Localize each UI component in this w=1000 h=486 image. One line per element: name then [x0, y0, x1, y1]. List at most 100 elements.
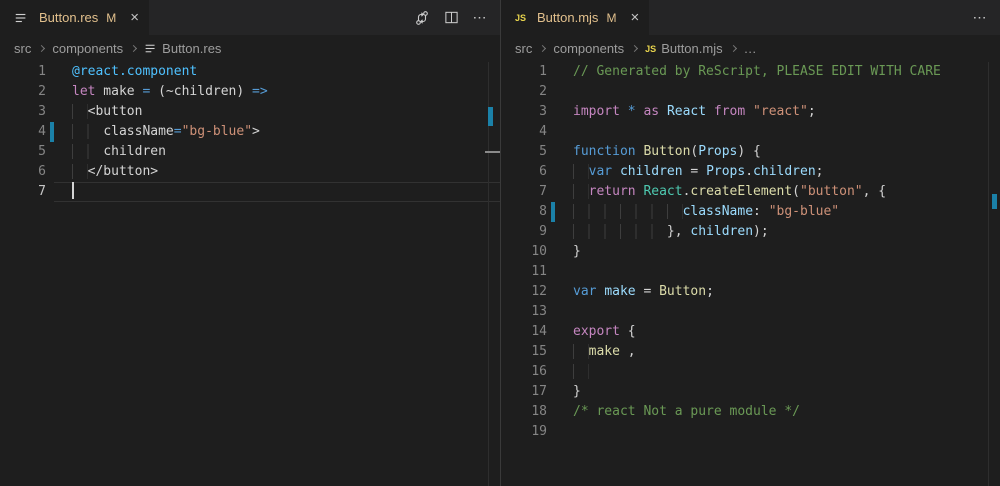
- code-line[interactable]: 7: [0, 182, 500, 202]
- breadcrumb: src components JS Button.mjs …: [501, 35, 1000, 62]
- code-line[interactable]: 8 className: "bg-blue": [501, 202, 1000, 222]
- code-line[interactable]: 1// Generated by ReScript, PLEASE EDIT W…: [501, 62, 1000, 82]
- code-text: [555, 262, 1000, 282]
- code-line[interactable]: 13: [501, 302, 1000, 322]
- token: [72, 144, 103, 159]
- code-line[interactable]: 3 <button: [0, 102, 500, 122]
- code-line[interactable]: 3 import * as React from "react";: [501, 102, 1000, 122]
- code-line[interactable]: 10}: [501, 242, 1000, 262]
- code-line[interactable]: 16: [501, 362, 1000, 382]
- code-text: [555, 422, 1000, 442]
- code-line[interactable]: 19: [501, 422, 1000, 442]
- file-lines-icon: [14, 11, 28, 25]
- javascript-file-icon: JS: [645, 44, 656, 54]
- code-text: function Button(Props) {: [555, 142, 1000, 162]
- token: children: [753, 164, 816, 179]
- tab-button-mjs[interactable]: JS Button.mjs M ×: [501, 0, 649, 35]
- line-number: 3: [501, 102, 547, 122]
- git-compare-icon[interactable]: [414, 10, 430, 26]
- line-number: 10: [501, 242, 547, 262]
- breadcrumb-item-components[interactable]: components: [52, 41, 123, 56]
- more-actions-icon[interactable]: ⋯: [972, 10, 988, 26]
- code-line[interactable]: 17}: [501, 382, 1000, 402]
- close-icon[interactable]: ×: [630, 10, 639, 25]
- code-text: /* react Not a pure module */: [555, 402, 1000, 422]
- token: "bg-blue": [182, 124, 252, 139]
- breadcrumb-item-file[interactable]: Button.res: [162, 41, 221, 56]
- token: Props: [698, 144, 737, 159]
- tab-label: Button.mjs: [537, 10, 598, 25]
- breadcrumb-item-src[interactable]: src: [14, 41, 31, 56]
- editor-group-right: JS Button.mjs M × ⋯ src components JS Bu…: [500, 0, 1000, 486]
- overview-ruler-border: [988, 62, 989, 486]
- code-line[interactable]: 11: [501, 262, 1000, 282]
- code-line[interactable]: 4: [501, 122, 1000, 142]
- chevron-right-icon: [130, 45, 137, 52]
- token: from: [714, 104, 745, 119]
- code-line[interactable]: 5function Button(Props) {: [501, 142, 1000, 162]
- token: *: [628, 104, 636, 119]
- code-line[interactable]: 4 className="bg-blue">: [0, 122, 500, 142]
- split-editor-icon[interactable]: [443, 10, 459, 26]
- code-text: }: [555, 242, 1000, 262]
- code-line[interactable]: 18/* react Not a pure module */: [501, 402, 1000, 422]
- line-number: 17: [501, 382, 547, 402]
- token: import: [573, 104, 620, 119]
- token: );: [753, 224, 769, 239]
- token: Button: [643, 144, 690, 159]
- token: [659, 104, 667, 119]
- line-number: 3: [0, 102, 46, 122]
- code-text: import * as React from "react";: [555, 102, 1000, 122]
- code-text: make ,: [555, 342, 1000, 362]
- code-text: @react.component: [54, 62, 500, 82]
- code-line[interactable]: 2let make = (~children) =>: [0, 82, 500, 102]
- token: // Generated by ReScript, PLEASE EDIT WI…: [573, 64, 941, 79]
- more-actions-icon[interactable]: ⋯: [472, 10, 488, 26]
- code-text: // Generated by ReScript, PLEASE EDIT WI…: [555, 62, 1000, 82]
- breadcrumb-item-symbol[interactable]: …: [744, 41, 757, 56]
- code-text: let make = (~children) =>: [54, 82, 500, 102]
- token: Button: [659, 284, 706, 299]
- code-text: [555, 122, 1000, 142]
- token: <button: [88, 104, 143, 119]
- tab-button-res[interactable]: Button.res M ×: [0, 0, 149, 35]
- line-number: 4: [501, 122, 547, 142]
- tabbar-left: Button.res M × ⋯: [0, 0, 500, 35]
- breadcrumb-item-components[interactable]: components: [553, 41, 624, 56]
- token: make: [589, 344, 620, 359]
- token: className: [103, 124, 173, 139]
- close-icon[interactable]: ×: [130, 10, 139, 25]
- token: ;: [816, 164, 824, 179]
- token: [573, 164, 589, 179]
- code-line[interactable]: 12var make = Button;: [501, 282, 1000, 302]
- token: :: [753, 204, 769, 219]
- code-line[interactable]: 7 return React.createElement("button", {: [501, 182, 1000, 202]
- code-text: <button: [54, 102, 500, 122]
- overview-cursor-marker: [485, 151, 500, 153]
- token: >: [252, 124, 260, 139]
- token: [612, 164, 620, 179]
- code-line[interactable]: 14export {: [501, 322, 1000, 342]
- breadcrumb-item-file[interactable]: Button.mjs: [661, 41, 722, 56]
- token: [706, 104, 714, 119]
- token: ;: [706, 284, 714, 299]
- code-line[interactable]: 9 }, children);: [501, 222, 1000, 242]
- line-number: 19: [501, 422, 547, 442]
- code-line[interactable]: 6 var children = Props.children;: [501, 162, 1000, 182]
- breadcrumb: src components Button.res: [0, 35, 500, 62]
- token: ;: [808, 104, 816, 119]
- code-text: [54, 182, 500, 202]
- code-text: [555, 82, 1000, 102]
- code-line[interactable]: 6 </button>: [0, 162, 500, 182]
- token: var: [573, 284, 596, 299]
- code-editor-button-mjs[interactable]: 1// Generated by ReScript, PLEASE EDIT W…: [501, 62, 1000, 442]
- line-number: 5: [0, 142, 46, 162]
- tab-label: Button.res: [39, 10, 98, 25]
- code-line[interactable]: 5 children: [0, 142, 500, 162]
- code-line[interactable]: 2: [501, 82, 1000, 102]
- breadcrumb-item-src[interactable]: src: [515, 41, 532, 56]
- code-line[interactable]: 1@react.component: [0, 62, 500, 82]
- token: var: [589, 164, 612, 179]
- code-editor-button-res[interactable]: 1@react.component2let make = (~children)…: [0, 62, 500, 202]
- code-line[interactable]: 15 make ,: [501, 342, 1000, 362]
